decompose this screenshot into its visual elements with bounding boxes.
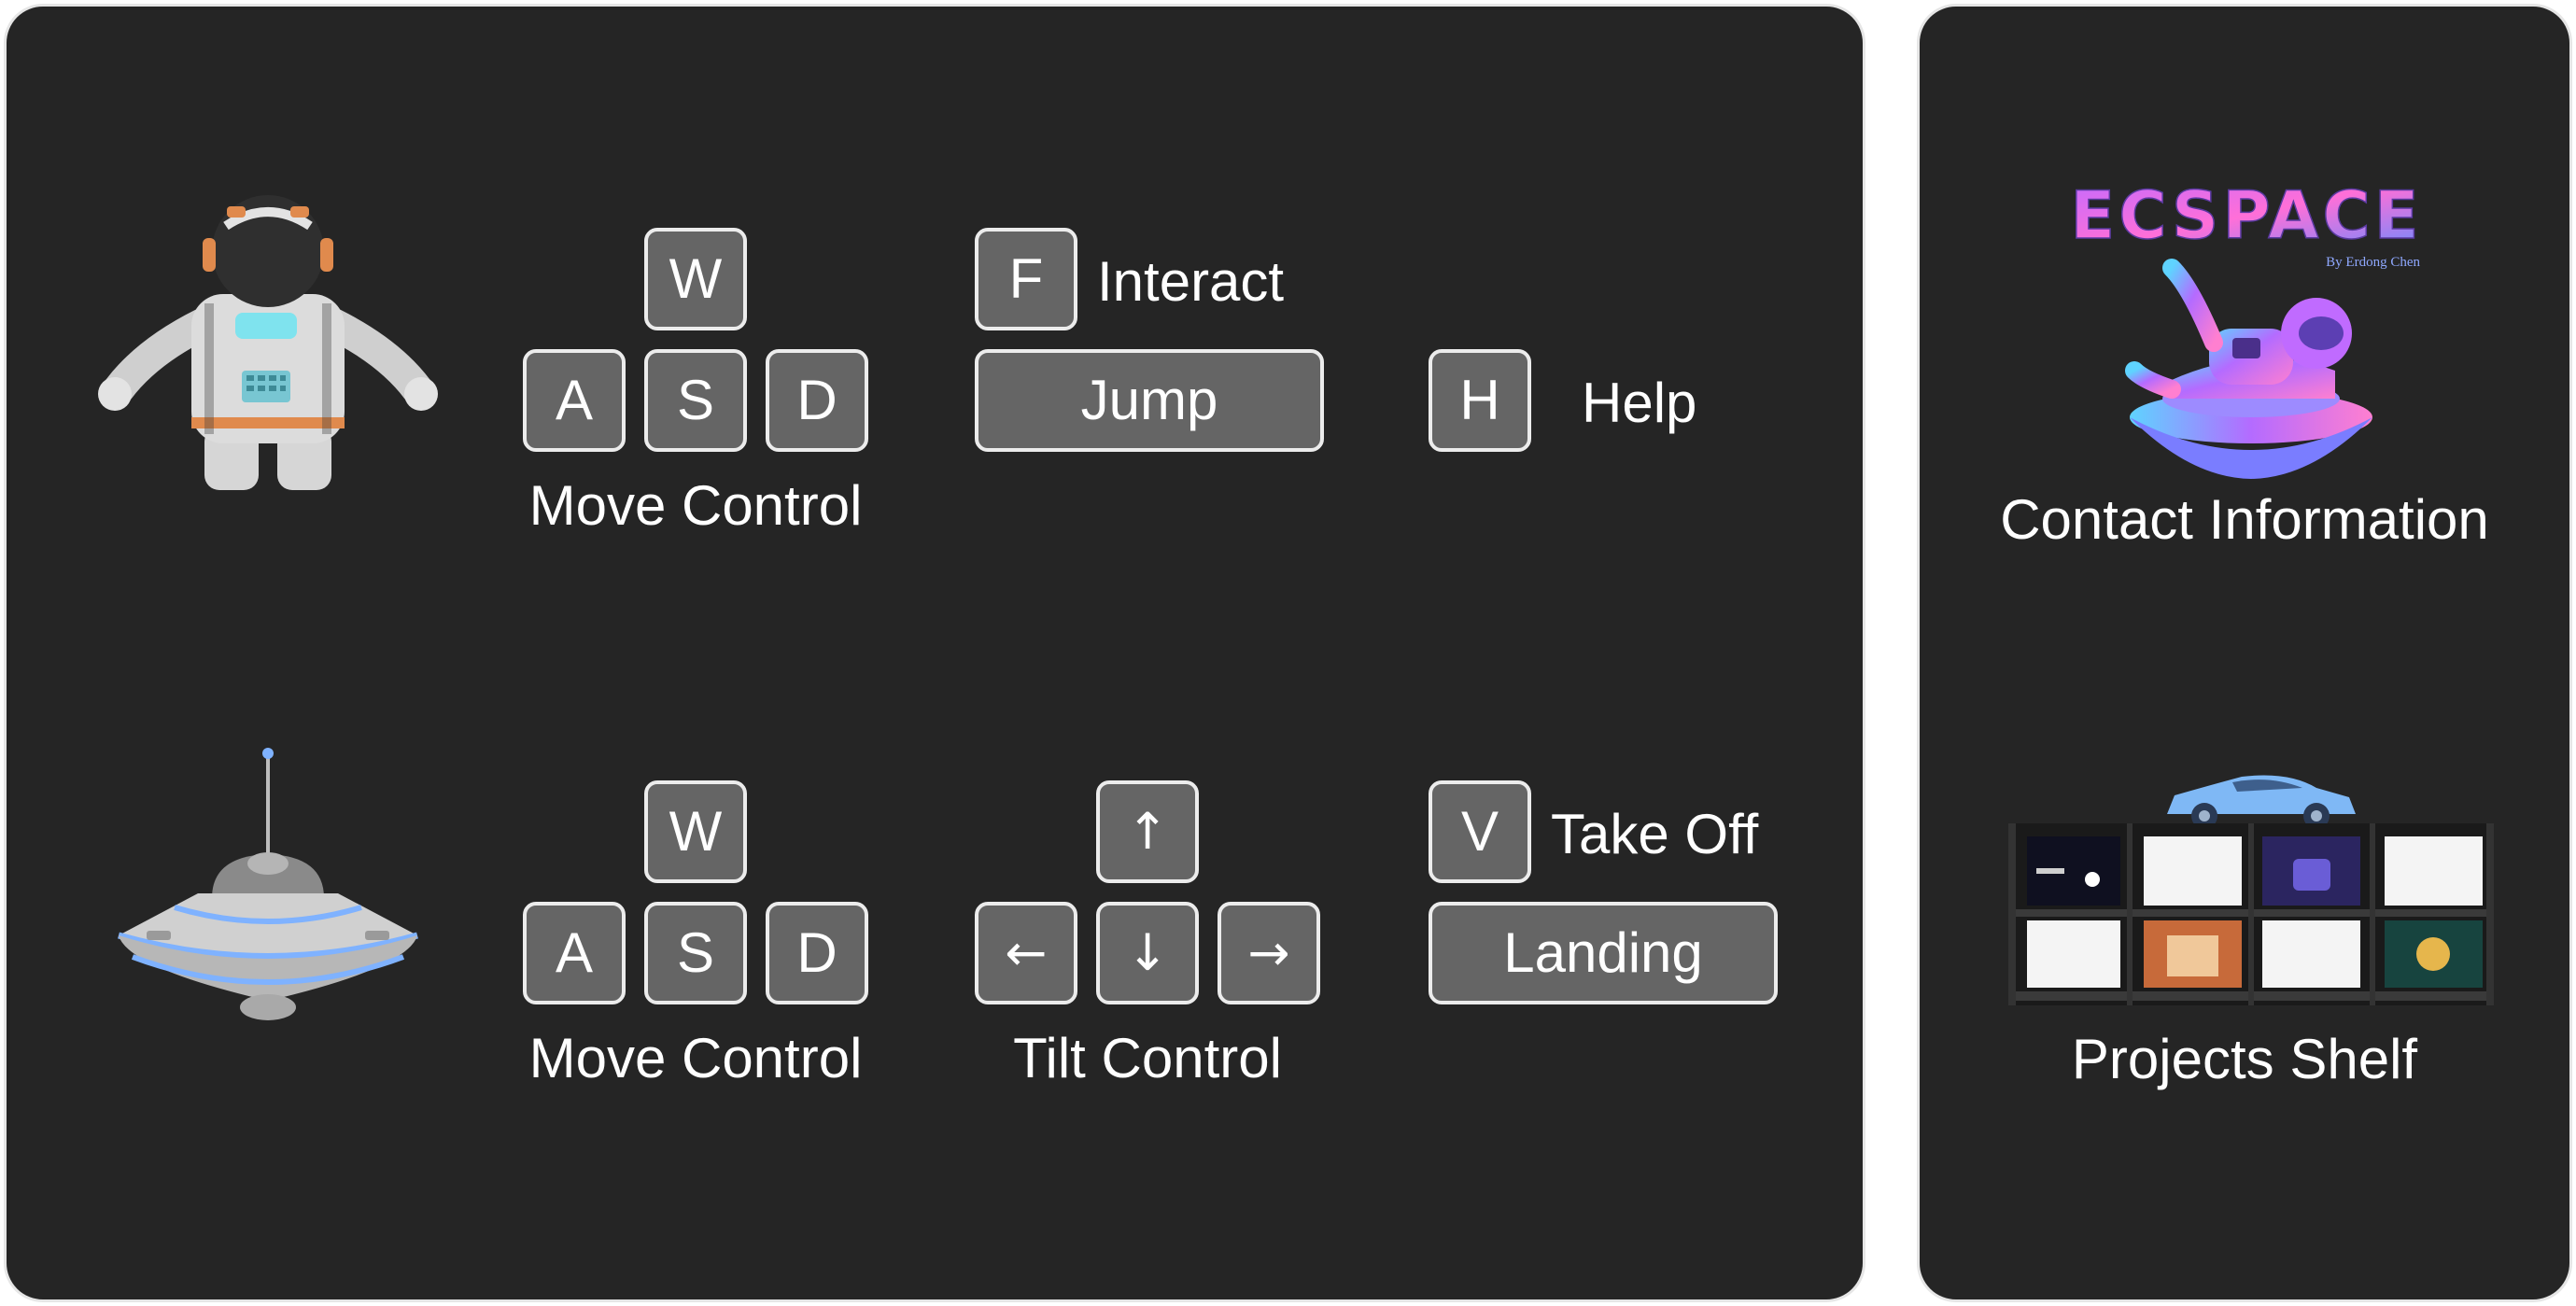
tilt-control-caption: Tilt Control [1013,1027,1282,1089]
ufo-move-control-caption: Move Control [528,1027,863,1089]
controls-panel: W A S D Move Control F Interact Jump H H… [4,4,1865,1302]
key-h[interactable]: H [1429,349,1531,452]
landing-key[interactable]: Landing [1429,902,1778,1004]
logo-title: ECSPACE [2070,184,2422,254]
key-v[interactable]: V [1429,780,1531,883]
projects-shelf-icon[interactable] [2008,823,2494,1005]
ufo-icon [118,748,418,1020]
contact-information-label[interactable]: Contact Information [1920,492,2569,548]
ufo-key-a[interactable]: A [523,902,626,1004]
arrow-right-key[interactable]: → [1218,902,1320,1004]
interact-label: Interact [1097,250,1285,313]
astronaut-on-platform-icon[interactable] [2116,259,2386,483]
arrow-up-key[interactable]: ↑ [1096,780,1199,883]
move-control-caption: Move Control [528,474,863,537]
side-panel: ECSPACE By Erdong Chen Contact Informati… [1917,4,2572,1302]
projects-shelf-label[interactable]: Projects Shelf [1920,1032,2569,1088]
jump-key[interactable]: Jump [975,349,1324,452]
key-s[interactable]: S [644,349,747,452]
take-off-label: Take Off [1551,803,1759,865]
key-f[interactable]: F [975,228,1077,330]
ufo-key-w[interactable]: W [644,780,747,883]
key-d[interactable]: D [766,349,868,452]
astronaut-icon [98,195,438,490]
ufo-key-d[interactable]: D [766,902,868,1004]
arrow-down-key[interactable]: ↓ [1096,902,1199,1004]
arrow-left-key[interactable]: ← [975,902,1077,1004]
key-w[interactable]: W [644,228,747,330]
key-a[interactable]: A [523,349,626,452]
ufo-key-s[interactable]: S [644,902,747,1004]
help-label: Help [1582,372,1697,434]
